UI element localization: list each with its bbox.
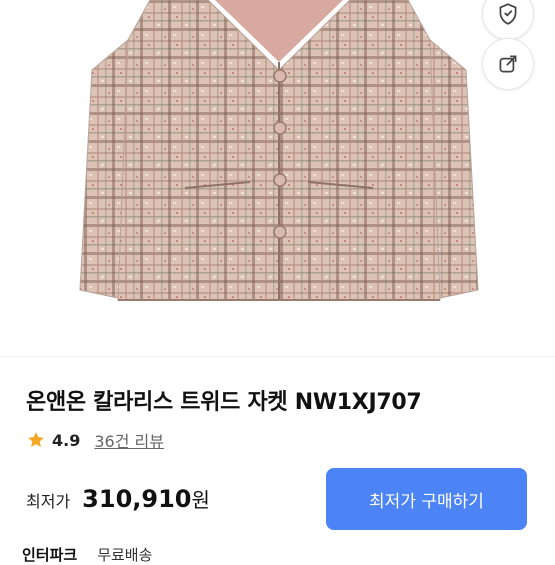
share-button[interactable] xyxy=(482,38,534,90)
price-row: 최저가 310,910 원 xyxy=(26,484,210,513)
rating-score: 4.9 xyxy=(52,430,81,450)
price-value: 310,910 xyxy=(82,485,192,513)
reviews-link[interactable]: 36건 리뷰 xyxy=(94,428,164,452)
price-unit: 원 xyxy=(191,488,210,512)
product-title: 온앤온 칼라리스 트위드 자켓 NW1XJ707 xyxy=(26,390,422,415)
buy-lowest-price-button[interactable]: 최저가 구매하기 xyxy=(326,468,527,530)
tweed-jacket-image xyxy=(79,0,479,301)
star-icon xyxy=(28,432,44,447)
share-icon xyxy=(499,55,517,73)
heart-shield-icon xyxy=(499,3,517,25)
price-label: 최저가 xyxy=(26,492,71,511)
divider xyxy=(0,356,555,357)
product-image[interactable] xyxy=(0,0,555,350)
rating-row: 4.9 36건 리뷰 xyxy=(26,428,164,452)
